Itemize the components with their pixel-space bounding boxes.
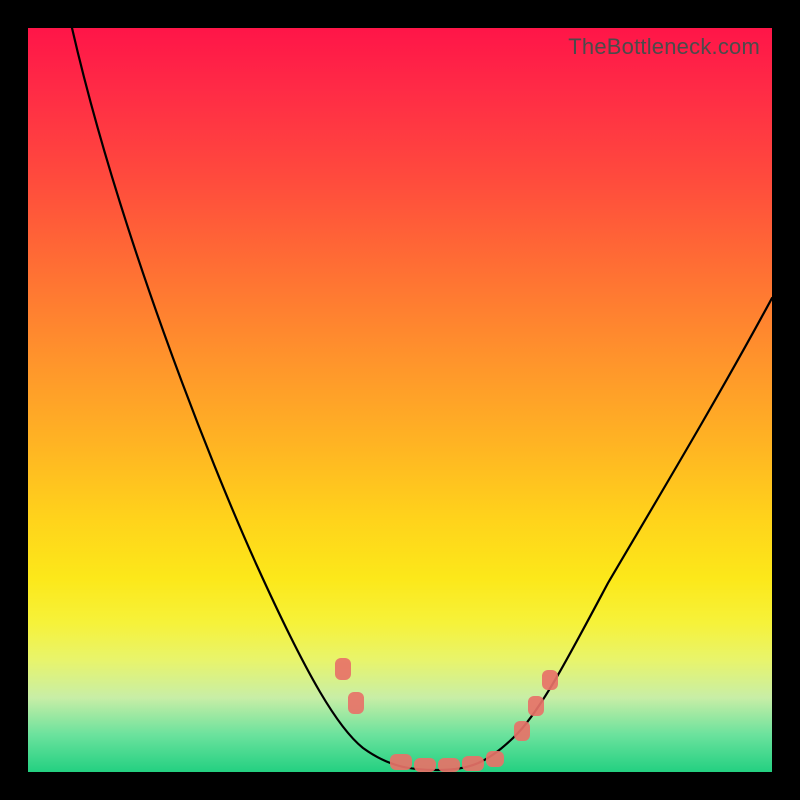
curve-marker [528,696,544,716]
plot-area: TheBottleneck.com [28,28,772,772]
chart-frame: TheBottleneck.com [0,0,800,800]
curve-marker [438,758,460,772]
curve-marker [462,756,484,771]
curve-marker [348,692,364,714]
curve-marker [514,721,530,741]
curve-marker [335,658,351,680]
curve-marker [542,670,558,690]
marker-group [335,658,558,772]
curve-marker [486,751,504,767]
curve-svg [28,28,772,772]
curve-marker [414,758,436,772]
curve-marker [390,754,412,770]
bottleneck-curve-path [72,28,772,770]
